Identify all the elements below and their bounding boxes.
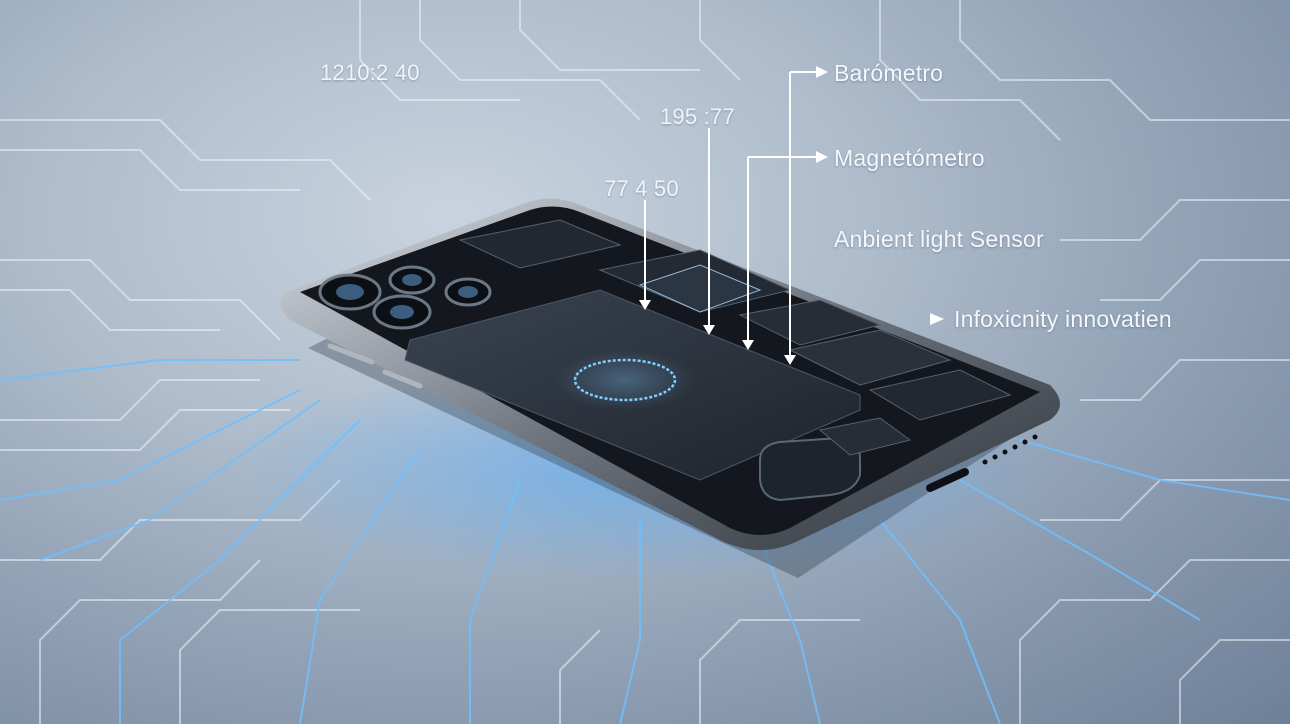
innovation-label: Infoxicnity innovatien xyxy=(954,306,1172,332)
ambient-light-label: Anbient light Sensor xyxy=(834,226,1044,252)
lens-icon xyxy=(390,305,414,319)
reading-a-label: 195 :77 xyxy=(660,104,735,129)
lens-icon xyxy=(458,286,478,298)
magnetometer-label: Magnetómetro xyxy=(834,145,985,171)
barometer-label: Barómetro xyxy=(834,60,944,86)
sensor-illustration xyxy=(0,0,1290,724)
lens-icon xyxy=(402,274,422,286)
arrow-right-icon xyxy=(816,66,944,325)
reading-b-label: 77 4 50 xyxy=(604,176,679,201)
timestamp-label: 1210:2 40 xyxy=(320,60,420,85)
lens-icon xyxy=(336,284,364,300)
